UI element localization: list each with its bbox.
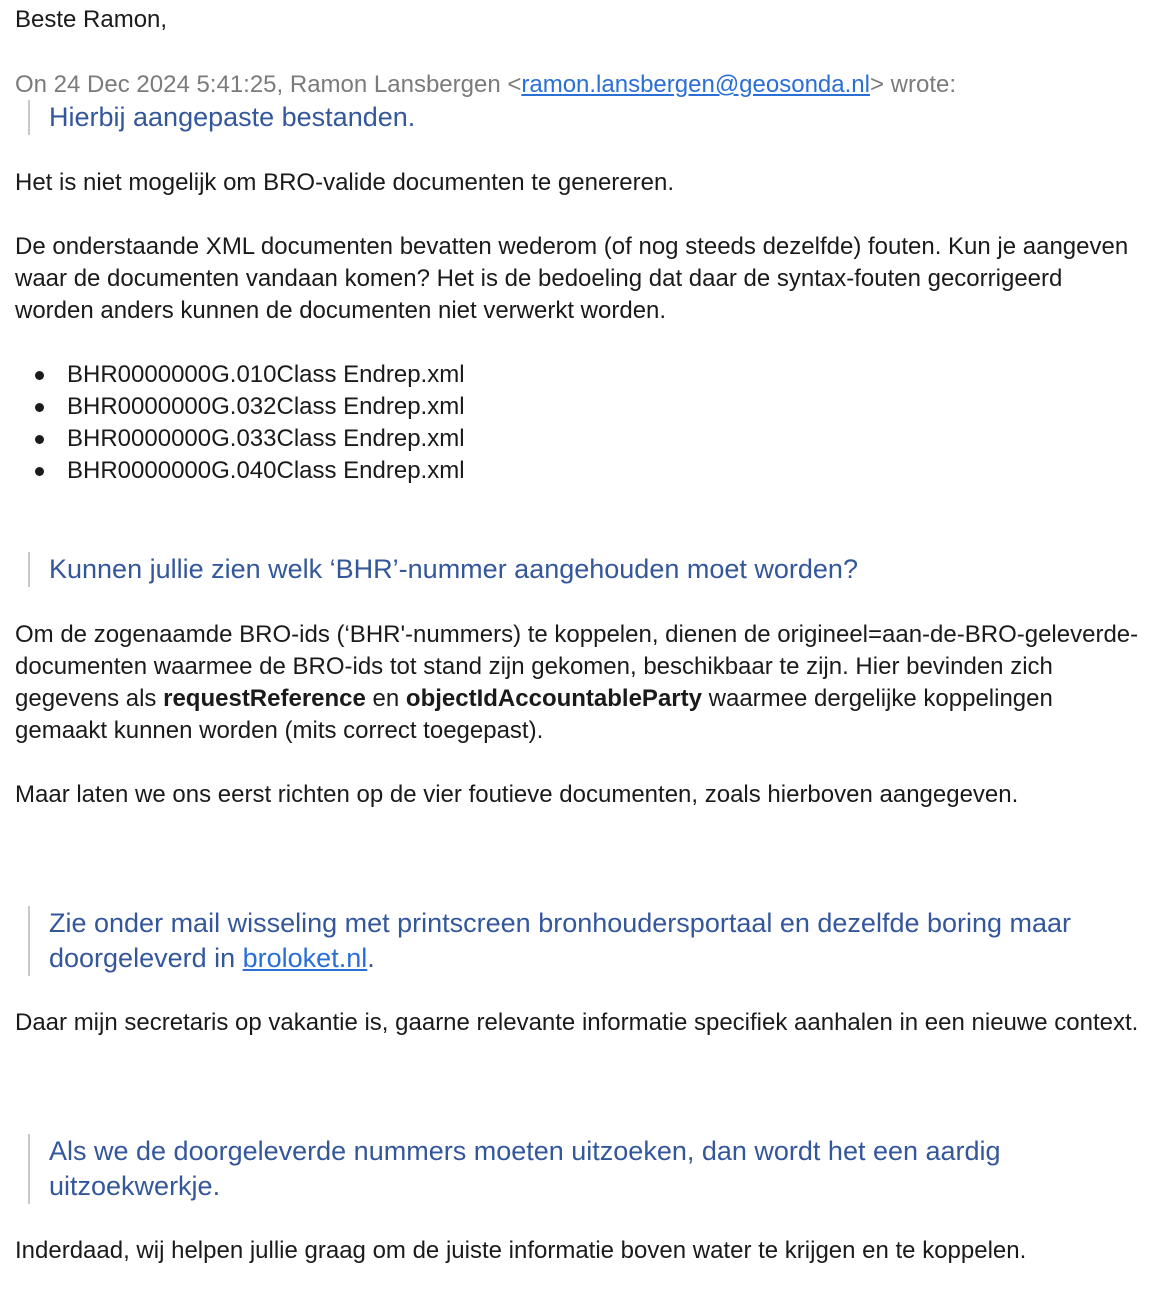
paragraph-secretaris: Daar mijn secretaris op vakantie is, gaa… <box>15 1009 1139 1036</box>
paragraph-xml-fouten: De onderstaande XML documenten bevatten … <box>15 233 1129 324</box>
quote-broloket: Zie onder mail wisseling met printscreen… <box>28 906 1149 976</box>
object-id-term: objectIdAccountableParty <box>405 685 702 712</box>
sender-email-link[interactable]: ramon.lansbergen@geosonda.nl <box>521 71 870 98</box>
file-name: BHR0000000G.010Class Endrep.xml <box>67 361 465 388</box>
greeting: Beste Ramon, <box>15 6 168 33</box>
quote-aangepaste-bestanden: Hierbij aangepaste bestanden. <box>28 100 1149 135</box>
bullet-icon <box>35 371 44 380</box>
file-list: BHR0000000G.010Class Endrep.xml BHR00000… <box>15 359 465 487</box>
file-name: BHR0000000G.032Class Endrep.xml <box>67 393 465 420</box>
file-name: BHR0000000G.033Class Endrep.xml <box>67 425 465 452</box>
bullet-icon <box>35 403 44 412</box>
quote-broloket-text: Zie onder mail wisseling met printscreen… <box>49 908 1072 973</box>
list-item: BHR0000000G.040Class Endrep.xml <box>15 455 465 487</box>
paragraph-juiste-informatie: Inderdaad, wij helpen jullie graag om de… <box>15 1237 1027 1264</box>
bullet-icon <box>35 467 44 476</box>
file-name: BHR0000000G.040Class Endrep.xml <box>67 457 465 484</box>
paragraph-bro-valide: Het is niet mogelijk om BRO-valide docum… <box>15 169 674 196</box>
reply-header-prefix: On 24 Dec 2024 5:41:25, Ramon Lansbergen… <box>15 71 522 98</box>
reply-header-suffix: > wrote: <box>869 71 957 98</box>
bullet-icon <box>35 435 44 444</box>
request-reference-term: requestReference <box>163 685 366 712</box>
bro-ids-text-mid: en <box>365 685 406 712</box>
email-body: Beste Ramon, On 24 Dec 2024 5:41:25, Ram… <box>0 0 1160 1304</box>
list-item: BHR0000000G.032Class Endrep.xml <box>15 391 465 423</box>
reply-header: On 24 Dec 2024 5:41:25, Ramon Lansbergen… <box>15 69 1145 101</box>
paragraph-bro-ids: Om de zogenaamde BRO-ids (‘BHR'-nummers)… <box>15 619 1145 747</box>
quote-bhr-nummer: Kunnen jullie zien welk ‘BHR’-nummer aan… <box>28 552 1149 587</box>
quote-broloket-end: . <box>367 943 375 973</box>
broloket-link[interactable]: broloket.nl <box>243 943 368 973</box>
list-item: BHR0000000G.010Class Endrep.xml <box>15 359 465 391</box>
list-item: BHR0000000G.033Class Endrep.xml <box>15 423 465 455</box>
quote-uitzoekwerkje: Als we de doorgeleverde nummers moeten u… <box>28 1134 1149 1204</box>
paragraph-foutieve-documenten: Maar laten we ons eerst richten op de vi… <box>15 781 1019 808</box>
